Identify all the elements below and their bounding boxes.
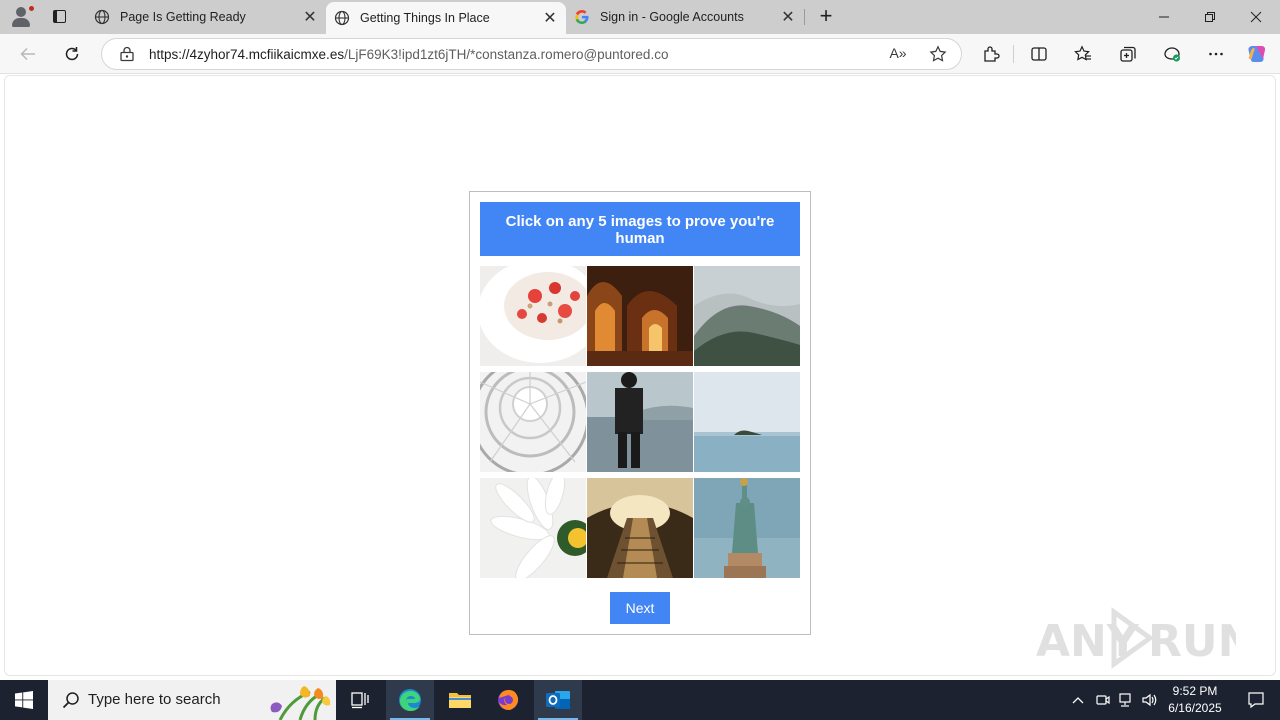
new-tab-button[interactable]: +	[814, 5, 838, 29]
start-button[interactable]	[0, 680, 48, 720]
settings-more-icon[interactable]	[1204, 43, 1228, 65]
taskbar-firefox[interactable]	[484, 680, 532, 720]
tab-title: Getting Things In Place	[360, 11, 490, 25]
copilot-icon[interactable]	[1245, 43, 1269, 65]
tulips-decoration-icon	[270, 686, 331, 720]
tab-close-icon[interactable]: ✕	[776, 5, 800, 29]
browser-essentials-icon[interactable]	[1160, 43, 1184, 65]
tab-getting-things-in-place[interactable]: Getting Things In Place ✕	[326, 2, 566, 34]
captcha-image-arched-corridor[interactable]	[587, 266, 693, 366]
task-view-button[interactable]	[336, 680, 384, 720]
captcha-image-grid	[480, 266, 801, 579]
tab-title: Sign in - Google Accounts	[600, 10, 744, 24]
tab-actions-icon[interactable]	[46, 6, 72, 28]
captcha-image-small-island[interactable]	[694, 372, 800, 472]
task-view-icon	[351, 692, 369, 709]
any-run-watermark: ANY RUN	[1036, 606, 1254, 670]
globe-icon	[94, 9, 110, 25]
captcha-image-person-at-lake[interactable]	[587, 372, 693, 472]
restore-button[interactable]	[1187, 0, 1233, 34]
windows-logo-icon	[15, 691, 33, 709]
taskbar-outlook[interactable]	[534, 680, 582, 720]
notification-center-button[interactable]	[1232, 680, 1280, 720]
show-hidden-icons[interactable]	[1068, 680, 1088, 720]
minimize-button[interactable]	[1141, 0, 1187, 34]
clock-date: 6/16/2025	[1168, 701, 1222, 715]
back-arrow-icon	[20, 47, 35, 61]
network-icon	[1119, 693, 1131, 707]
tab-title: Page Is Getting Ready	[120, 10, 246, 24]
taskbar-file-explorer[interactable]	[436, 680, 484, 720]
search-icon	[62, 692, 79, 709]
back-button[interactable]	[13, 39, 43, 69]
collections-icon[interactable]	[1116, 43, 1140, 65]
tab-close-icon[interactable]: ✕	[538, 6, 562, 30]
taskbar-clock[interactable]: 9:52 PM 6/16/2025	[1160, 683, 1230, 717]
next-button[interactable]: Next	[610, 592, 670, 624]
url-text: https://4zyhor74.mcfiikaicmxe.es/LjF69K3…	[149, 47, 668, 62]
captcha-image-spiral-dome[interactable]	[480, 372, 586, 472]
split-screen-icon[interactable]	[1027, 43, 1051, 65]
captcha-image-white-daisy[interactable]	[480, 478, 586, 578]
captcha-image-misty-mountain[interactable]	[694, 266, 800, 366]
browser-toolbar: https://4zyhor74.mcfiikaicmxe.es/LjF69K3…	[0, 34, 1280, 74]
tab-strip: Page Is Getting Ready ✕ Getting Things I…	[0, 0, 1280, 34]
url-host: https://4zyhor74.mcfiikaicmxe.es	[149, 47, 345, 62]
tray-volume[interactable]	[1138, 680, 1160, 720]
tab-close-icon[interactable]: ✕	[298, 5, 322, 29]
clock-time: 9:52 PM	[1172, 684, 1218, 698]
site-info-icon[interactable]	[119, 46, 135, 62]
captcha-image-yogurt-bowl[interactable]	[480, 266, 586, 366]
tab-page-is-getting-ready[interactable]: Page Is Getting Ready ✕	[86, 0, 326, 34]
minimize-icon	[1159, 16, 1169, 18]
chevron-up-icon	[1072, 697, 1084, 704]
edge-icon	[399, 689, 421, 711]
globe-icon	[334, 10, 350, 26]
taskbar-edge[interactable]	[386, 680, 434, 720]
tab-sign-in-google-accounts[interactable]: Sign in - Google Accounts ✕	[566, 0, 804, 34]
windows-taskbar: Type here to search 9:52 PM 6/16/2025	[0, 680, 1280, 720]
extensions-icon[interactable]	[979, 43, 1003, 65]
svg-text:RUN: RUN	[1148, 616, 1236, 667]
close-icon	[1250, 11, 1262, 23]
watermark-logo: ANY RUN	[1036, 607, 1254, 669]
restore-icon	[1205, 12, 1215, 22]
camera-icon	[1096, 695, 1110, 705]
captcha-instruction: Click on any 5 images to prove you're hu…	[480, 202, 800, 256]
add-favorite-icon[interactable]	[927, 45, 949, 65]
captcha-image-statue-of-liberty[interactable]	[694, 478, 800, 578]
tray-meet-now[interactable]	[1092, 680, 1114, 720]
google-g-icon	[575, 10, 589, 24]
profile-avatar-icon[interactable]	[8, 4, 36, 30]
outlook-icon	[546, 691, 570, 709]
tab-separator	[804, 9, 805, 25]
firefox-icon	[498, 690, 519, 710]
volume-icon	[1142, 693, 1157, 707]
captcha-image-escalator-tunnel[interactable]	[587, 478, 693, 578]
refresh-button[interactable]	[57, 39, 87, 69]
url-path: /LjF69K3!ipd1zt6jTH/*constanza.romero@pu…	[344, 47, 669, 62]
taskbar-search-box[interactable]: Type here to search	[48, 680, 336, 720]
image-captcha-panel: Click on any 5 images to prove you're hu…	[469, 191, 811, 635]
notification-icon	[1248, 692, 1264, 709]
folder-icon	[449, 693, 471, 708]
address-bar[interactable]: https://4zyhor74.mcfiikaicmxe.es/LjF69K3…	[101, 38, 962, 70]
tray-network[interactable]	[1114, 680, 1136, 720]
read-aloud-icon[interactable]: A»	[887, 45, 909, 65]
refresh-icon	[65, 47, 79, 61]
favorites-icon[interactable]	[1071, 43, 1095, 65]
search-placeholder: Type here to search	[88, 691, 221, 708]
toolbar-separator	[1013, 45, 1014, 63]
close-window-button[interactable]	[1233, 0, 1279, 34]
